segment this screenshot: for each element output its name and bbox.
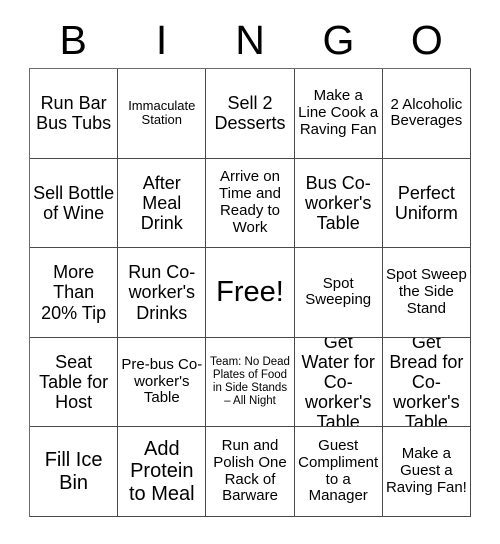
- header-letter-g: G: [322, 16, 355, 63]
- bingo-square-label: Make a Line Cook a Raving Fan: [298, 87, 379, 138]
- bingo-square[interactable]: Fill Ice Bin: [30, 427, 119, 517]
- bingo-square-label: After Meal Drink: [140, 172, 183, 233]
- bingo-square-label: Perfect Uniform: [394, 182, 458, 223]
- bingo-square[interactable]: Perfect Uniform: [382, 158, 471, 249]
- bingo-square-label: Add Protein to Meal: [128, 438, 195, 505]
- bingo-square-label: Fill Ice Bin: [44, 449, 103, 494]
- bingo-square[interactable]: Get Bread for Co-worker's Table: [382, 337, 471, 428]
- bingo-square-label: Make a Guest a Raving Fan!: [385, 445, 467, 497]
- bingo-square[interactable]: Spot Sweep the Side Stand: [382, 248, 471, 338]
- bingo-square[interactable]: Spot Sweeping: [294, 248, 383, 338]
- header-letter-i: I: [155, 16, 168, 63]
- header-letter-b: B: [59, 16, 87, 63]
- bingo-square[interactable]: Run Bar Bus Tubs: [30, 69, 119, 159]
- bingo-square[interactable]: After Meal Drink: [118, 158, 207, 249]
- bingo-square-label: 2 Alcoholic Beverages: [390, 95, 463, 130]
- bingo-square-label: Immaculate Station: [128, 97, 196, 128]
- bingo-square-label: Pre-bus Co-worker's Table: [121, 355, 203, 407]
- bingo-square[interactable]: Add Protein to Meal: [118, 427, 207, 517]
- bingo-grid: Run Bar Bus Tubs Immaculate Station Sell 2…: [29, 68, 471, 517]
- bingo-square[interactable]: Get Water for Co-worker's Table: [294, 337, 383, 428]
- bingo-square-label: More Than 20% Tip: [41, 262, 107, 323]
- bingo-square-label: Guest Compliment to a Manager: [298, 437, 379, 505]
- bingo-card: B I N G O Run Bar Bus Tubs Immaculate Sta…: [29, 12, 471, 517]
- bingo-square[interactable]: Make a Guest a Raving Fan!: [382, 427, 471, 517]
- bingo-square-label: Sell 2 Desserts: [214, 93, 286, 134]
- bingo-square[interactable]: Team: No Dead Plates of Food in Side Sta…: [206, 337, 295, 428]
- bingo-square[interactable]: Immaculate Station: [118, 69, 207, 159]
- bingo-square[interactable]: Run Co-worker's Drinks: [118, 248, 207, 338]
- bingo-square[interactable]: More Than 20% Tip: [30, 248, 119, 338]
- bingo-square-label: Spot Sweeping: [305, 274, 372, 309]
- bingo-square[interactable]: Sell 2 Desserts: [206, 69, 295, 159]
- bingo-square-label: Arrive on Time and Ready to Work: [219, 168, 281, 236]
- header-letter-o: O: [410, 16, 443, 63]
- bingo-square-label: Seat Table for Host: [39, 351, 109, 413]
- bingo-square-label: Bus Co-worker's Table: [304, 172, 372, 233]
- bingo-square[interactable]: Seat Table for Host: [30, 337, 119, 428]
- bingo-square[interactable]: Pre-bus Co-worker's Table: [118, 337, 207, 428]
- bingo-square-label: Get Water for Co-worker's Table: [301, 337, 375, 428]
- bingo-square-label: Sell Bottle of Wine: [33, 182, 115, 223]
- bingo-square-label: Free!: [216, 276, 284, 309]
- bingo-square[interactable]: 2 Alcoholic Beverages: [382, 69, 471, 159]
- bingo-square-label: Team: No Dead Plates of Food in Side Sta…: [210, 356, 290, 407]
- bingo-square[interactable]: Sell Bottle of Wine: [30, 158, 119, 249]
- bingo-square-label: Run Bar Bus Tubs: [36, 93, 112, 134]
- bingo-square[interactable]: Bus Co-worker's Table: [294, 158, 383, 249]
- bingo-square-label: Run and Polish One Rack of Barware: [213, 437, 287, 505]
- bingo-free-space[interactable]: Free!: [206, 248, 295, 338]
- bingo-header: B I N G O: [29, 12, 471, 68]
- header-letter-n: N: [235, 16, 265, 63]
- bingo-square-label: Run Co-worker's Drinks: [128, 262, 196, 323]
- bingo-square-label: Get Bread for Co-worker's Table: [389, 337, 464, 428]
- bingo-square[interactable]: Arrive on Time and Ready to Work: [206, 158, 295, 249]
- bingo-square[interactable]: Guest Compliment to a Manager: [294, 427, 383, 517]
- bingo-square-label: Spot Sweep the Side Stand: [385, 266, 467, 317]
- bingo-square[interactable]: Make a Line Cook a Raving Fan: [294, 69, 383, 159]
- bingo-square[interactable]: Run and Polish One Rack of Barware: [206, 427, 295, 517]
